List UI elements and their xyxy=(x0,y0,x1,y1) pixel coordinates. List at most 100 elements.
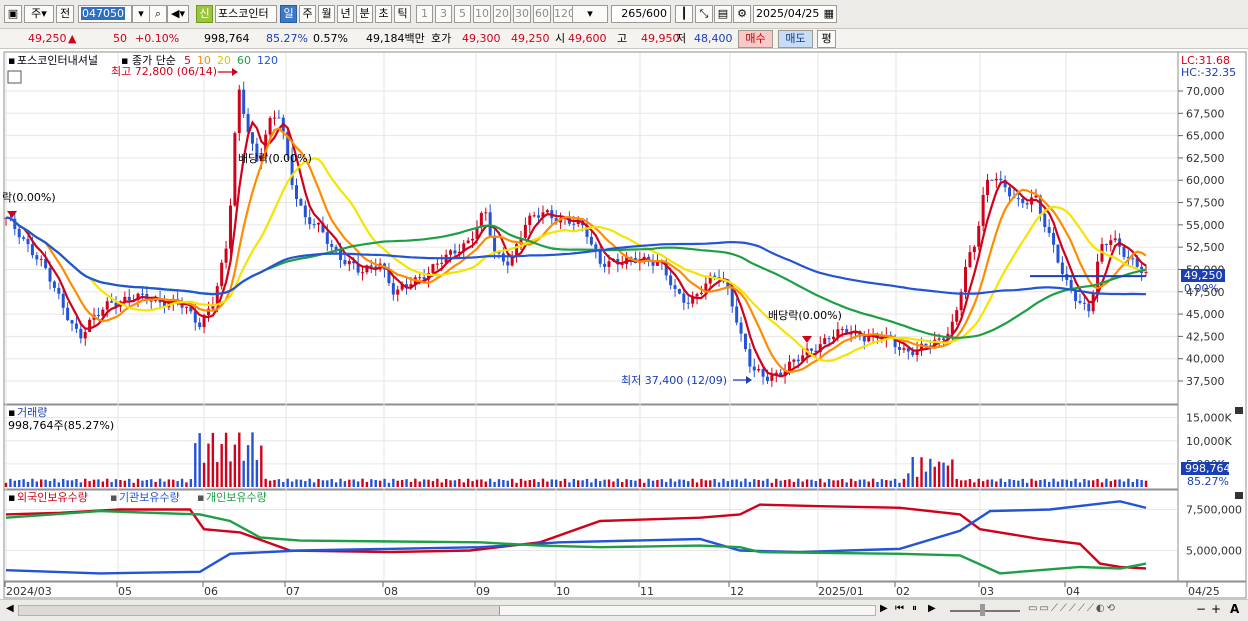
volume-bar xyxy=(330,478,333,487)
date-input[interactable]: 2025/04/25 ▦ xyxy=(753,5,837,23)
candle-body xyxy=(506,261,510,266)
candle-body xyxy=(840,329,844,331)
period-tab-1[interactable]: 주 xyxy=(299,5,316,23)
stock-code-input[interactable]: 047050 xyxy=(78,5,132,23)
drawing-tools-icons[interactable]: ▭▭⟋⟋⟋⟋⟋◐⟲ xyxy=(1028,603,1117,614)
holding-panel-frame xyxy=(3,489,1179,582)
volume-bar xyxy=(977,478,980,487)
candle-body xyxy=(677,288,681,294)
volume-bar xyxy=(687,481,690,487)
candle-body xyxy=(369,265,373,267)
candle-body xyxy=(528,215,532,225)
candle-body xyxy=(418,277,422,279)
zoom-out-icon[interactable]: − xyxy=(1196,602,1206,616)
holding-sep-icon: ▪ xyxy=(110,491,117,504)
candle-body xyxy=(88,319,92,332)
font-size-icon[interactable]: A xyxy=(1230,602,1239,616)
candle-type-icon[interactable]: ┃ xyxy=(675,5,693,23)
settings-gear-icon[interactable]: ⚙ xyxy=(733,5,751,23)
interval-button-0[interactable]: 1 xyxy=(416,5,433,23)
panel-handle-icon[interactable]: ▪ xyxy=(8,54,15,67)
sell-button[interactable]: 매도 xyxy=(778,30,813,48)
bottom-navigation: ◀ ▶ ⏮ ⏸ ▶ ▭▭⟋⟋⟋⟋⟋◐⟲ − + A xyxy=(0,599,1248,621)
chart-area[interactable]: ▪ 포스코인터내셔널 ▪ 종가 단순 5 10 20 60 120 LC:31.68 H… xyxy=(0,50,1248,599)
candle-body xyxy=(1060,262,1064,275)
evaluate-button[interactable]: 평 xyxy=(817,30,836,48)
volume-bar xyxy=(1127,478,1130,487)
volume-bar xyxy=(163,481,166,487)
candle-body xyxy=(79,328,83,339)
interval-button-6[interactable]: 60 xyxy=(533,5,551,23)
prev-button[interactable]: 전 xyxy=(56,5,74,23)
speaker-icon[interactable]: ◀▾ xyxy=(167,5,189,23)
candle-body xyxy=(61,293,65,308)
interval-button-2[interactable]: 5 xyxy=(454,5,471,23)
volume-bar xyxy=(431,481,435,487)
period-tab-3[interactable]: 년 xyxy=(337,5,354,23)
volume-close-icon[interactable] xyxy=(1235,407,1243,414)
interval-button-4[interactable]: 20 xyxy=(493,5,511,23)
period-tab-4[interactable]: 분 xyxy=(356,5,373,23)
period-tab-2[interactable]: 월 xyxy=(318,5,335,23)
dividend-label-3: 배당락(0.00%) xyxy=(768,309,842,322)
candle-body xyxy=(431,264,435,273)
volume-bar xyxy=(132,482,135,487)
volume-bar xyxy=(920,457,923,487)
price-tick-12: 40,000 xyxy=(1186,353,1225,366)
volume-bar xyxy=(154,481,157,487)
period-tab-6[interactable]: 틱 xyxy=(394,5,411,23)
volume-bar xyxy=(1012,479,1016,487)
scroll-right-icon[interactable]: ▶ xyxy=(880,603,888,614)
indicator-icon[interactable]: ⤡ xyxy=(695,5,713,23)
volume-bar xyxy=(942,462,945,487)
volume-bar xyxy=(79,482,83,487)
period-tab-0[interactable]: 일 xyxy=(280,5,297,23)
volume-bar xyxy=(625,479,628,487)
buy-button[interactable]: 매수 xyxy=(738,30,773,48)
stock-name-field[interactable]: 포스코인터 xyxy=(215,5,277,23)
horizontal-scrollbar[interactable] xyxy=(18,605,876,616)
volume-bar xyxy=(929,458,932,487)
market-dropdown[interactable]: 주▾ xyxy=(24,5,54,23)
save-icon[interactable]: ▤ xyxy=(714,5,732,23)
volume-bar xyxy=(207,443,210,487)
x-label-4: 08 xyxy=(384,585,398,598)
volume-bar xyxy=(273,479,276,487)
candle-body xyxy=(101,309,105,316)
interval-input[interactable]: ▾ xyxy=(572,5,608,23)
volume-bar xyxy=(761,480,765,487)
search-icon[interactable]: ⌕ xyxy=(149,5,167,23)
volume-bar xyxy=(1113,479,1117,487)
candle-body xyxy=(466,240,470,244)
period-tab-5[interactable]: 초 xyxy=(375,5,392,23)
interval-button-3[interactable]: 10 xyxy=(473,5,491,23)
panel-menu-icon[interactable] xyxy=(7,70,22,84)
zoom-slider[interactable] xyxy=(950,610,1020,612)
rewind-icon[interactable]: ⏮ xyxy=(895,603,904,614)
candle-body xyxy=(268,117,272,135)
code-dropdown-button[interactable]: ▾ xyxy=(132,5,150,23)
zoom-in-icon[interactable]: + xyxy=(1211,602,1221,616)
play-icon[interactable]: ▶ xyxy=(928,603,936,614)
volume-bar xyxy=(590,482,593,487)
calendar-icon[interactable]: ▦ xyxy=(824,6,834,22)
holding-close-icon[interactable] xyxy=(1235,492,1243,499)
interval-button-1[interactable]: 3 xyxy=(435,5,452,23)
candle-body xyxy=(523,224,527,238)
volume-bar xyxy=(145,479,149,487)
candle-body xyxy=(1104,244,1108,246)
pause-icon[interactable]: ⏸ xyxy=(912,603,917,614)
interval-button-5[interactable]: 30 xyxy=(513,5,531,23)
layout-icon[interactable]: ▣ xyxy=(4,5,22,23)
stock-title: 포스코인터내셔널 xyxy=(17,54,98,67)
scroll-thumb[interactable] xyxy=(499,606,875,615)
candle-body xyxy=(343,259,347,265)
candle-body xyxy=(35,255,39,260)
count-input[interactable]: 265/600 xyxy=(611,5,671,23)
zoom-slider-handle[interactable] xyxy=(980,604,985,616)
individual-holding-label: 개인보유수량 xyxy=(206,491,267,504)
holding-handle-icon[interactable]: ▪ xyxy=(8,491,15,504)
scroll-left-icon[interactable]: ◀ xyxy=(6,603,14,614)
volume-handle-icon[interactable]: ▪ xyxy=(8,406,15,419)
volume-bar xyxy=(1096,478,1099,487)
